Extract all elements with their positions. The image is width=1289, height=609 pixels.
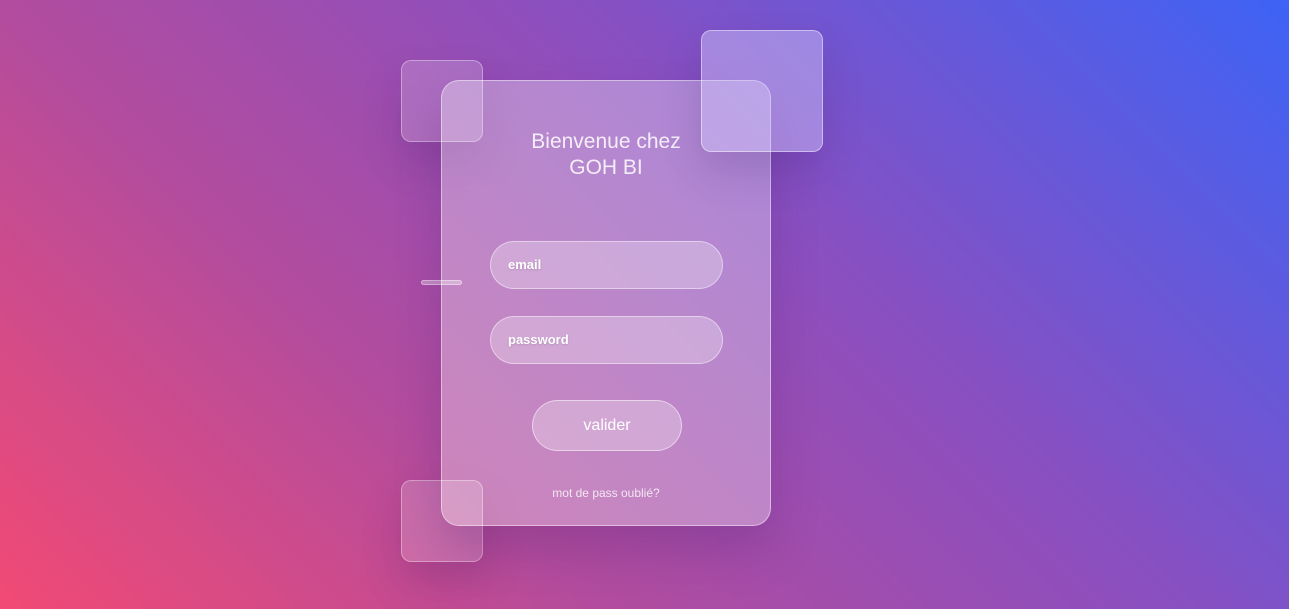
forgot-password-link[interactable]: mot de pass oublié?	[442, 486, 770, 500]
submit-button[interactable]: valider	[532, 400, 682, 451]
decorative-glass-square-top-right	[701, 30, 823, 152]
password-placeholder: password	[508, 332, 569, 347]
welcome-title-line-2: GOH BI	[569, 156, 643, 179]
password-field[interactable]: password	[490, 316, 723, 364]
email-placeholder: email	[508, 257, 542, 272]
email-field[interactable]: email	[490, 241, 723, 289]
